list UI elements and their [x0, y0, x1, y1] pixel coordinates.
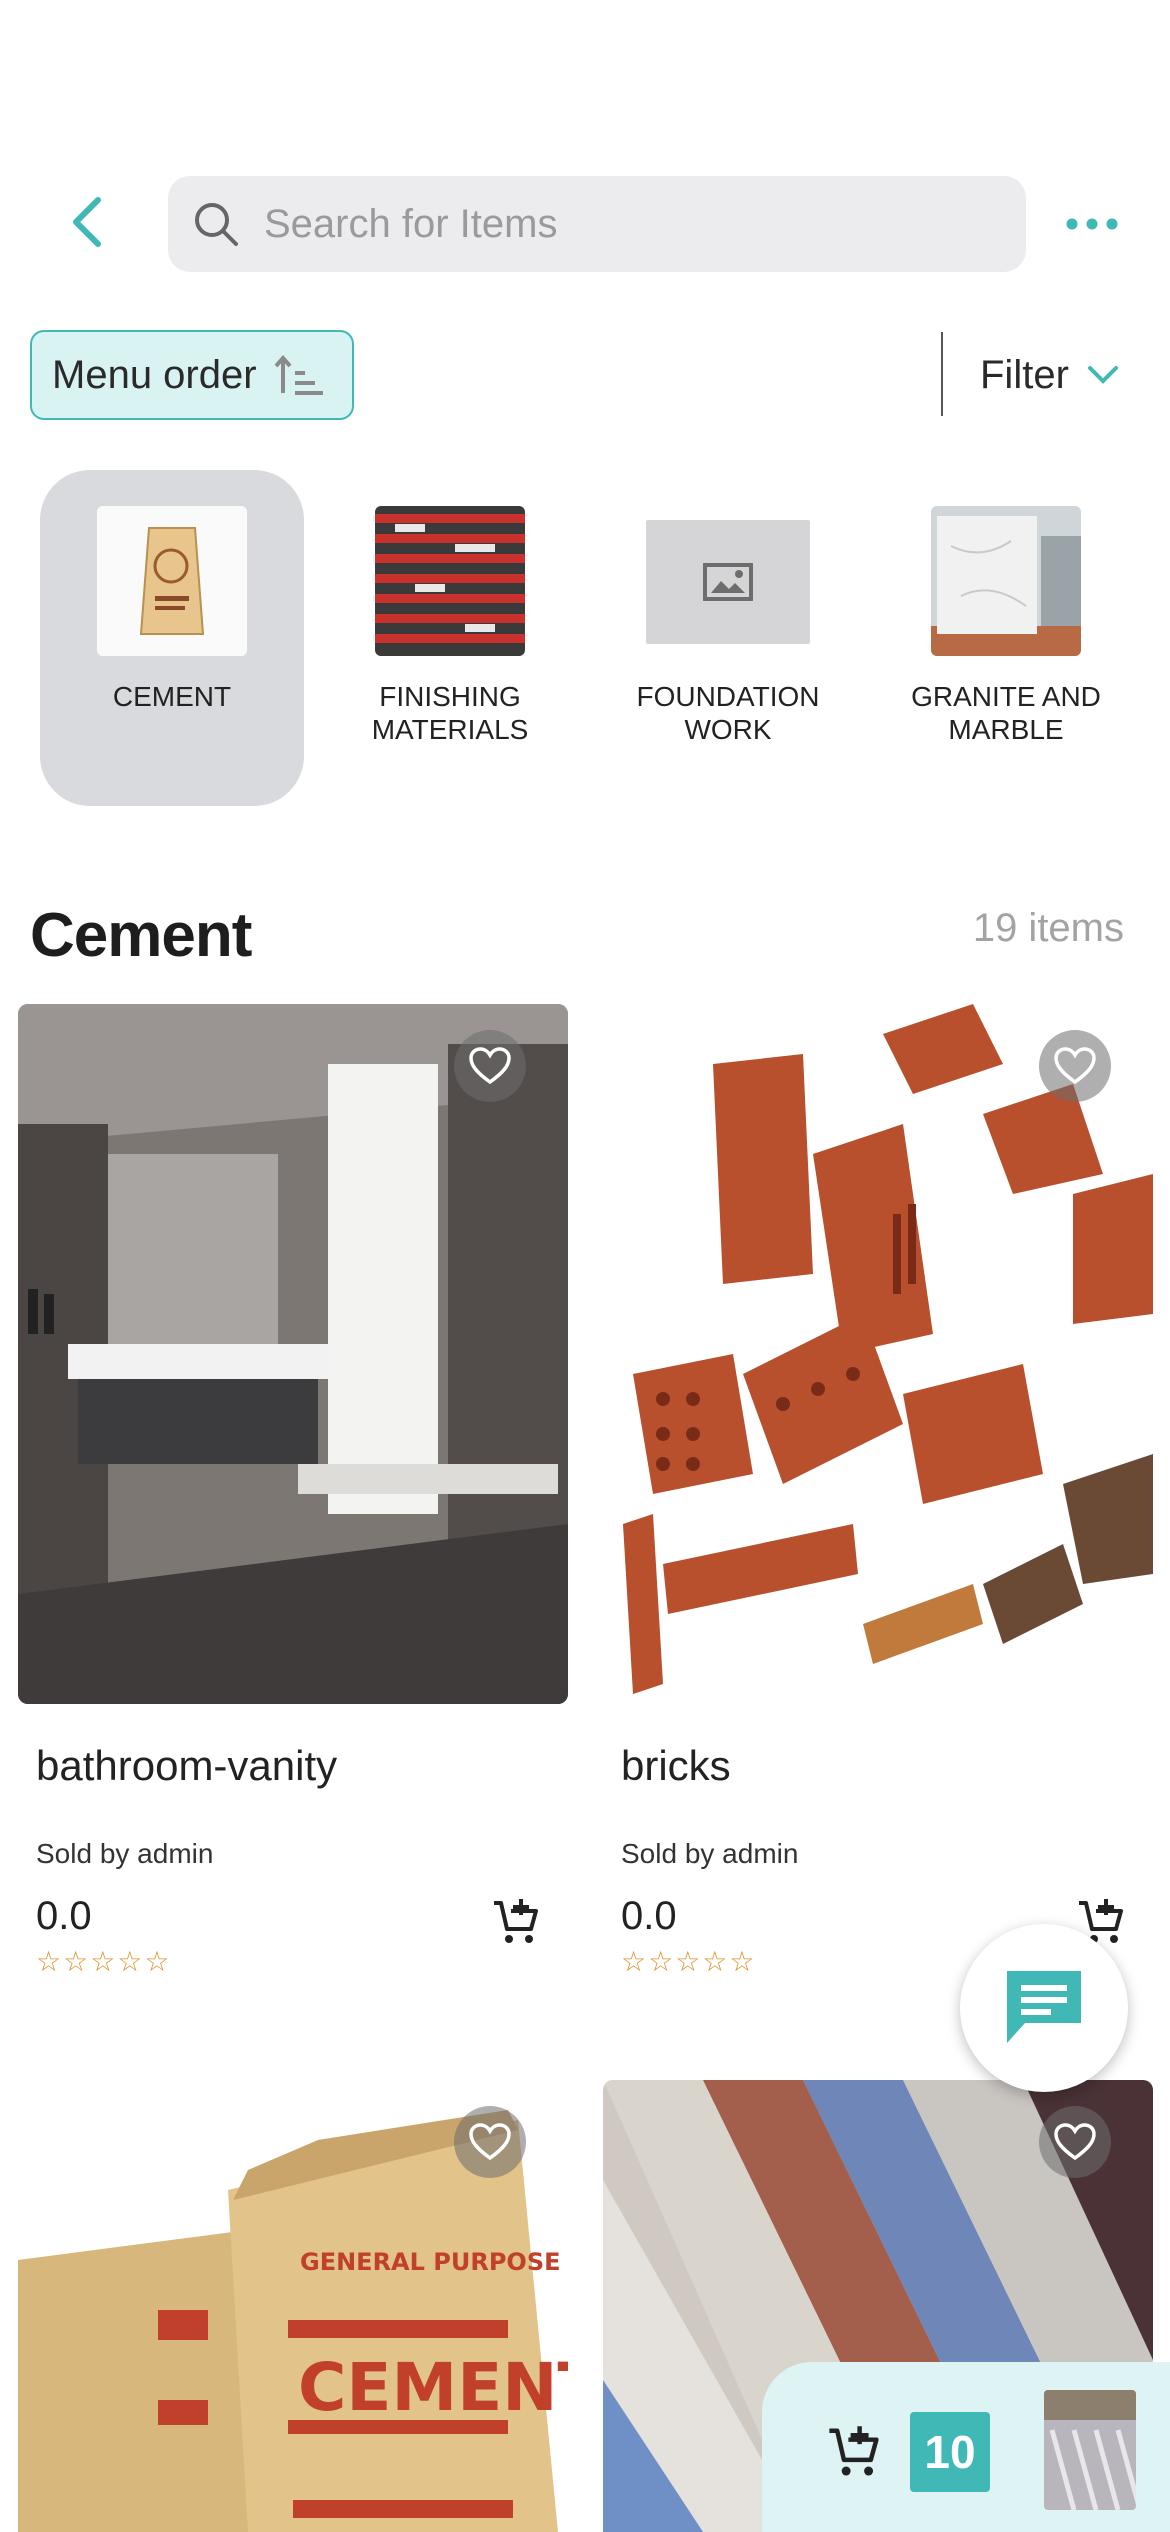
chat-bubble-icon	[1007, 1971, 1081, 2043]
favorite-button[interactable]	[1039, 2106, 1111, 2178]
search-input[interactable]	[264, 201, 984, 247]
more-options-button[interactable]	[1060, 196, 1124, 252]
product-name[interactable]: bathroom-vanity	[36, 1742, 568, 1790]
search-bar[interactable]	[168, 176, 1026, 272]
heart-icon	[1054, 1047, 1096, 1085]
filter-button[interactable]: Filter	[980, 340, 1121, 410]
add-to-cart-button[interactable]	[488, 1894, 544, 1950]
image-placeholder-icon	[646, 520, 810, 644]
favorite-button[interactable]	[1039, 1030, 1111, 1102]
product-card[interactable]: bricks Sold by admin 0.0 ☆☆☆☆☆	[603, 1004, 1153, 1978]
category-granite-and-marble[interactable]: GRANITE AND MARBLE	[874, 470, 1138, 806]
heart-icon	[1054, 2123, 1096, 2161]
product-seller: Sold by admin	[621, 1838, 799, 1869]
section-title: Cement	[30, 901, 252, 970]
product-seller: Sold by admin	[36, 1838, 214, 1869]
cart-item-thumbnail	[1044, 2390, 1136, 2510]
more-horizontal-icon	[1066, 218, 1118, 230]
product-image[interactable]	[603, 1004, 1153, 1704]
toolbar-divider	[941, 332, 943, 416]
add-shopping-cart-icon	[822, 2420, 886, 2484]
chevron-down-icon	[1087, 358, 1121, 392]
bag-text-top: GENERAL PURPOSE	[300, 2248, 561, 2276]
finishing-materials-thumbnail	[375, 506, 525, 656]
category-foundation-work[interactable]: FOUNDATION WORK	[596, 470, 860, 806]
product-card[interactable]: GENERAL PURPOSE CEMENT	[18, 2080, 568, 2532]
sort-ascending-icon	[274, 349, 327, 401]
cement-bag-thumbnail	[97, 506, 247, 656]
category-label: GRANITE AND MARBLE	[911, 681, 1101, 745]
product-card[interactable]: bathroom-vanity Sold by admin 0.0 ☆☆☆☆☆	[18, 1004, 568, 1978]
add-shopping-cart-icon	[494, 1899, 538, 1943]
category-label: CEMENT	[112, 681, 232, 712]
category-cement[interactable]: CEMENT	[40, 470, 304, 806]
search-icon	[188, 196, 244, 252]
sort-button[interactable]: Menu order	[30, 330, 354, 420]
heart-icon	[469, 1047, 511, 1085]
bag-text-main: CEMENT	[298, 2349, 568, 2426]
category-label: FOUNDATION WORK	[636, 681, 820, 745]
chat-button[interactable]	[960, 1924, 1128, 2092]
item-count: 19 items	[972, 906, 1124, 950]
back-button[interactable]	[56, 190, 120, 254]
favorite-button[interactable]	[454, 1030, 526, 1102]
top-bar	[0, 176, 1170, 272]
category-finishing-materials[interactable]: FINISHING MATERIALS	[318, 470, 582, 806]
product-name[interactable]: bricks	[621, 1742, 1153, 1790]
cart-count-badge: 10	[910, 2412, 990, 2492]
category-label: FINISHING MATERIALS	[371, 681, 529, 745]
favorite-button[interactable]	[454, 2106, 526, 2178]
chevron-left-icon	[73, 197, 101, 247]
heart-icon	[469, 2123, 511, 2161]
product-image[interactable]: GENERAL PURPOSE CEMENT	[18, 2080, 568, 2532]
filter-label: Filter	[980, 352, 1069, 397]
cart-summary-bar[interactable]: 10	[762, 2362, 1170, 2532]
product-image[interactable]	[18, 1004, 568, 1704]
category-carousel: CEMENT FINISHING MATERIALS FOUNDATION WO…	[0, 470, 1170, 810]
granite-marble-thumbnail	[931, 506, 1081, 656]
sort-label: Menu order	[52, 352, 257, 397]
